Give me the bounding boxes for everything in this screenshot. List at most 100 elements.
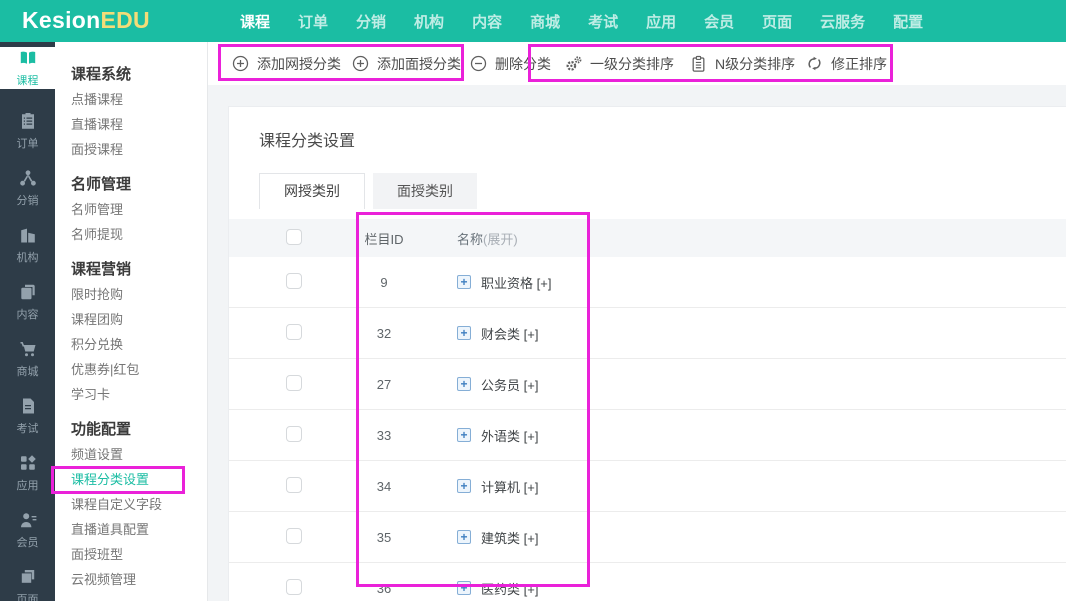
first-level-sort-button[interactable]: 一级分类排序 — [565, 42, 674, 85]
add-offline-category-button[interactable]: 添加面授分类 — [352, 42, 461, 85]
expand-plus-icon[interactable]: + — [457, 377, 471, 391]
row-checkbox[interactable] — [286, 272, 302, 289]
rail-item-apps[interactable]: 应用 — [0, 444, 55, 501]
sidebar-item-flash-sale[interactable]: 限时抢购 — [71, 282, 207, 307]
add-online-category-button[interactable]: 添加网授分类 — [232, 42, 341, 85]
sidebar-item-live-props[interactable]: 直播道具配置 — [71, 517, 207, 542]
rail-item-label: 会员 — [16, 536, 39, 549]
category-settings-card: 课程分类设置 网授类别 面授类别 栏目ID 名称(展开) 9 + 职业资格 [+]… — [228, 106, 1066, 601]
expand-plus-icon[interactable]: + — [457, 326, 471, 340]
topnav-item-exam[interactable]: 考试 — [588, 11, 618, 32]
tab-offline-category[interactable]: 面授类别 — [373, 173, 477, 209]
category-name[interactable]: 医药类 [+] — [481, 579, 538, 598]
pages-icon — [21, 569, 34, 583]
topnav-item-cloud[interactable]: 云服务 — [820, 11, 865, 32]
documents-icon — [20, 284, 35, 299]
sidebar-item-custom-fields[interactable]: 课程自定义字段 — [71, 492, 207, 517]
category-table: 栏目ID 名称(展开) 9 + 职业资格 [+] 32 + 财会类 [+] 27 +… — [229, 219, 1066, 601]
sidebar-item-study-card[interactable]: 学习卡 — [71, 382, 207, 407]
row-id: 35 — [376, 529, 392, 545]
sidebar-item-course-category-settings[interactable]: 课程分类设置 — [71, 467, 207, 492]
row-checkbox[interactable] — [286, 527, 302, 544]
action-toolbar: 添加网授分类 添加面授分类 删除分类 一级分类排序 N级分类排序 修正排序 — [208, 42, 1066, 85]
expand-plus-icon[interactable]: + — [457, 479, 471, 493]
rail-item-pages[interactable]: 页面 — [0, 558, 55, 601]
sidebar-item-vod-courses[interactable]: 点播课程 — [71, 87, 207, 112]
sidebar-item-teacher-withdraw[interactable]: 名师提现 — [71, 222, 207, 247]
apps-grid-icon — [20, 454, 36, 470]
select-all-checkbox[interactable] — [286, 228, 302, 245]
table-row: 34 + 计算机 [+] — [229, 461, 1066, 512]
sidebar-item-offline-class-type[interactable]: 面授班型 — [71, 542, 207, 567]
rail-item-members[interactable]: 会员 — [0, 501, 55, 558]
table-row: 33 + 外语类 [+] — [229, 410, 1066, 461]
row-checkbox[interactable] — [286, 476, 302, 493]
app-logo: KesionEDU — [22, 7, 150, 34]
sidebar-item-offline-courses[interactable]: 面授课程 — [71, 137, 207, 162]
column-header-name-text: 名称 — [457, 231, 484, 247]
row-checkbox[interactable] — [286, 374, 302, 391]
clipboard-list-icon — [692, 55, 705, 72]
category-name[interactable]: 职业资格 [+] — [481, 273, 551, 292]
n-level-sort-button[interactable]: N级分类排序 — [690, 42, 795, 85]
topnav-item-apps[interactable]: 应用 — [646, 11, 676, 32]
topnav-item-courses[interactable]: 课程 — [240, 11, 270, 32]
table-row: 32 + 财会类 [+] — [229, 308, 1066, 359]
expand-plus-icon[interactable]: + — [457, 275, 471, 289]
topnav-item-institution[interactable]: 机构 — [414, 11, 444, 32]
toolbar-button-label: 删除分类 — [495, 55, 551, 72]
rail-item-label: 应用 — [16, 479, 39, 492]
topnav-item-settings[interactable]: 配置 — [893, 11, 923, 32]
column-header-id: 栏目ID — [364, 231, 404, 247]
cart-icon — [20, 341, 35, 356]
rail-item-distribution[interactable]: 分销 — [0, 159, 55, 216]
category-tabs: 网授类别 面授类别 — [259, 173, 1066, 209]
sidebar-item-channel-settings[interactable]: 频道设置 — [71, 442, 207, 467]
expand-plus-icon[interactable]: + — [457, 581, 471, 595]
rail-item-institution[interactable]: 机构 — [0, 216, 55, 273]
rail-item-label: 课程 — [16, 75, 39, 87]
sidebar-item-cloud-video[interactable]: 云视频管理 — [71, 567, 207, 592]
fix-sort-button[interactable]: 修正排序 — [806, 42, 887, 85]
rail-item-content[interactable]: 内容 — [0, 273, 55, 330]
rail-item-courses[interactable]: 课程 — [0, 47, 55, 89]
row-id: 34 — [376, 478, 392, 494]
category-name[interactable]: 建筑类 [+] — [481, 528, 538, 547]
topnav-item-content[interactable]: 内容 — [472, 11, 502, 32]
refresh-icon — [808, 56, 821, 71]
topnav-item-distribution[interactable]: 分销 — [356, 11, 386, 32]
topnav-item-mall[interactable]: 商城 — [530, 11, 560, 32]
topnav-item-members[interactable]: 会员 — [704, 11, 734, 32]
column-header-expand-hint[interactable]: (展开) — [483, 232, 518, 247]
topnav-item-pages[interactable]: 页面 — [762, 11, 792, 32]
menu-section-course-system: 课程系统 点播课程 直播课程 面授课程 — [71, 65, 207, 162]
book-icon — [20, 51, 35, 64]
sidebar-item-group-buy[interactable]: 课程团购 — [71, 307, 207, 332]
sidebar-item-teacher-mgmt[interactable]: 名师管理 — [71, 197, 207, 222]
sidebar-item-live-courses[interactable]: 直播课程 — [71, 112, 207, 137]
row-checkbox[interactable] — [286, 425, 302, 442]
row-id: 32 — [376, 325, 392, 341]
rail-item-orders[interactable]: 订单 — [0, 102, 55, 159]
category-name[interactable]: 外语类 [+] — [481, 426, 538, 445]
topnav-item-orders[interactable]: 订单 — [298, 11, 328, 32]
delete-category-button[interactable]: 删除分类 — [470, 42, 551, 85]
content-area: 课程分类设置 网授类别 面授类别 栏目ID 名称(展开) 9 + 职业资格 [+]… — [208, 85, 1066, 601]
category-name[interactable]: 财会类 [+] — [481, 324, 538, 343]
menu-section-title: 课程系统 — [71, 66, 132, 83]
table-header-row: 栏目ID 名称(展开) — [229, 219, 1066, 257]
rail-item-mall[interactable]: 商城 — [0, 330, 55, 387]
row-id: 27 — [376, 376, 392, 392]
row-checkbox[interactable] — [286, 578, 302, 595]
row-checkbox[interactable] — [286, 323, 302, 340]
tab-online-category[interactable]: 网授类别 — [259, 173, 365, 209]
category-name[interactable]: 公务员 [+] — [481, 375, 538, 394]
expand-plus-icon[interactable]: + — [457, 530, 471, 544]
toolbar-button-label: 一级分类排序 — [590, 55, 674, 72]
rail-item-exam[interactable]: 考试 — [0, 387, 55, 444]
sidebar-item-points-exchange[interactable]: 积分兑换 — [71, 332, 207, 357]
exam-file-icon — [22, 398, 34, 413]
sidebar-item-coupons[interactable]: 优惠券|红包 — [71, 357, 207, 382]
category-name[interactable]: 计算机 [+] — [481, 477, 538, 496]
expand-plus-icon[interactable]: + — [457, 428, 471, 442]
